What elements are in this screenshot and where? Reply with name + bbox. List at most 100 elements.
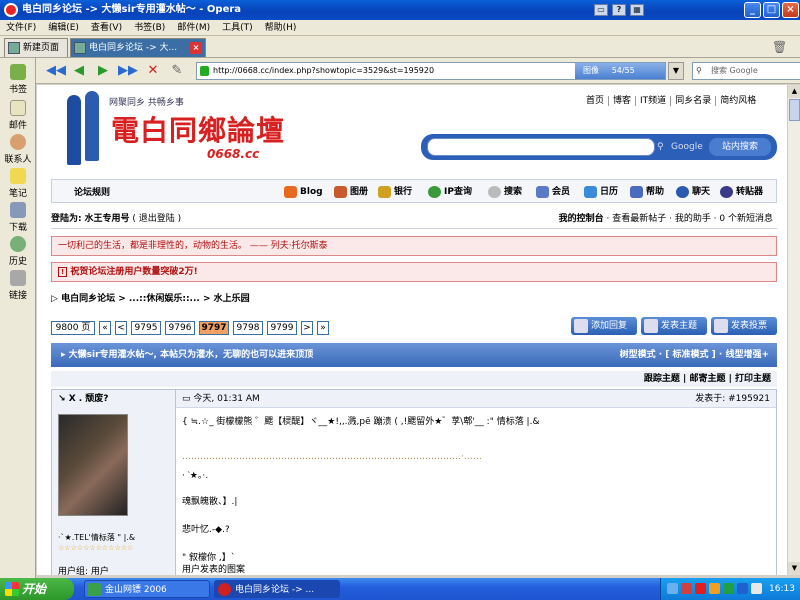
panel-mail[interactable]: 邮件	[0, 100, 36, 131]
task-opera[interactable]: 电白同乡论坛 -> ...	[214, 580, 340, 598]
forum-rules-link[interactable]: 论坛规则	[74, 185, 110, 198]
page-link[interactable]: 9795	[131, 321, 161, 335]
vertical-scrollbar[interactable]: ▲ ▼	[787, 85, 800, 575]
panel-icon[interactable]: ▦	[630, 4, 644, 16]
page-link[interactable]: 9796	[165, 321, 195, 335]
nav-repost[interactable]: 转贴器	[720, 185, 763, 199]
back-icon[interactable]: ◀	[70, 62, 88, 80]
search-input[interactable]: ⚲ 搜索 Google	[692, 62, 800, 80]
panel-bookmarks[interactable]: 书签	[0, 64, 36, 95]
post-number[interactable]: 发表于: #195921	[695, 390, 770, 408]
breadcrumb-forum[interactable]: 电白同乡论坛	[61, 294, 115, 304]
stop-icon[interactable]: ✕	[144, 62, 162, 80]
toplink-simple-style[interactable]: 简约风格	[716, 96, 760, 106]
author-signature: ·`★.TEL'情标落 " |.&	[58, 533, 136, 542]
page-link[interactable]: 9799	[267, 321, 297, 335]
new-topic-button[interactable]: 发表主题	[641, 317, 707, 335]
panel-notes[interactable]: 笔记	[0, 168, 36, 199]
menu-tools[interactable]: 工具(T)	[216, 20, 259, 36]
tray-icon[interactable]	[695, 583, 706, 594]
task-antivirus[interactable]: 金山网镖 2006	[84, 580, 210, 598]
repost-icon	[720, 186, 733, 198]
tab-new-page[interactable]: 新建页面	[4, 38, 68, 57]
thread-arrow-icon: ▸	[61, 350, 69, 360]
site-search-input[interactable]	[427, 138, 655, 156]
address-field[interactable]: http://0668.cc/index.php?showtopic=3529&…	[196, 62, 666, 80]
scroll-thumb[interactable]	[789, 99, 800, 121]
panel-downloads[interactable]: 下载	[0, 202, 36, 233]
nav-members[interactable]: 会员	[536, 185, 570, 199]
prev-page-button[interactable]: <	[115, 321, 127, 335]
nav-bank[interactable]: 银行	[378, 185, 412, 199]
nav-chat[interactable]: 聊天	[676, 185, 710, 199]
menu-file[interactable]: 文件(F)	[0, 20, 42, 36]
user-links[interactable]: · 查看最新帖子 · 我的助手 · 0 个新短消息	[607, 214, 773, 224]
next-page-button[interactable]: >	[301, 321, 313, 335]
panel-history[interactable]: 历史	[0, 236, 36, 267]
nav-help[interactable]: 帮助	[630, 185, 664, 199]
close-tab-icon[interactable]: ×	[190, 42, 202, 54]
breadcrumb-category[interactable]: ...::休闲娱乐::...	[129, 294, 200, 304]
tray-icon[interactable]	[709, 583, 720, 594]
opera-icon	[4, 3, 18, 17]
forward-icon[interactable]: ▶	[94, 62, 112, 80]
nav-blog[interactable]: Blog	[284, 185, 323, 199]
nav-album[interactable]: 图册	[334, 185, 368, 199]
clock[interactable]: 16:13	[769, 578, 795, 600]
announcement-banner[interactable]: ! 祝贺论坛注册用户数量突破2万!	[51, 262, 777, 282]
edit-icon[interactable]: ✎	[168, 62, 186, 80]
toplink-blog[interactable]: 博客	[609, 96, 637, 106]
menu-view[interactable]: 查看(V)	[85, 20, 128, 36]
first-page-button[interactable]: «	[99, 321, 111, 335]
topic-tools[interactable]: 跟踪主题 | 邮寄主题 | 打印主题	[51, 371, 777, 387]
menu-edit[interactable]: 编辑(E)	[42, 20, 85, 36]
page-link[interactable]: 9798	[233, 321, 263, 335]
rewind-icon[interactable]: ◀◀	[46, 62, 66, 80]
nav-ip-lookup[interactable]: IP查询	[428, 185, 472, 199]
tree-mode-link[interactable]: 树型模式 ·	[620, 350, 663, 360]
volume-icon[interactable]	[751, 583, 762, 594]
menu-icon[interactable]: ▭	[594, 4, 608, 16]
linear-mode-link[interactable]: · 线型增强+	[719, 350, 769, 360]
site-logo-text[interactable]: 電白同鄉論壇	[111, 109, 285, 149]
menu-bookmarks[interactable]: 书签(B)	[128, 20, 171, 36]
panel-links[interactable]: 链接	[0, 270, 36, 301]
fast-forward-icon[interactable]: ▶▶	[118, 62, 138, 80]
start-button[interactable]: 开始	[0, 578, 74, 600]
author-name[interactable]: ↘ X . 颓废?	[52, 390, 176, 408]
trash-icon[interactable]: 🗑	[772, 40, 787, 54]
close-button[interactable]: ×	[782, 2, 799, 18]
help-icon[interactable]: ?	[612, 4, 626, 16]
standard-mode-link[interactable]: [ 标准模式 ]	[665, 350, 716, 360]
login-username[interactable]: 水王专用号	[84, 214, 129, 224]
logout-link[interactable]: ( 退出登陆 )	[132, 214, 181, 224]
links-icon	[10, 270, 26, 286]
minimize-button[interactable]: _	[744, 2, 761, 18]
panel-contacts[interactable]: 联系人	[0, 134, 36, 165]
nav-calendar[interactable]: 日历	[584, 185, 618, 199]
address-dropdown-icon[interactable]: ▼	[668, 62, 684, 80]
nav-search[interactable]: 搜索	[488, 185, 522, 199]
scroll-down-icon[interactable]: ▼	[788, 562, 800, 575]
tray-icon[interactable]	[737, 583, 748, 594]
tray-icon[interactable]	[723, 583, 734, 594]
tray-icon[interactable]	[681, 583, 692, 594]
menu-help[interactable]: 帮助(H)	[259, 20, 303, 36]
site-slogan: 网聚同乡 共畅乡事	[109, 98, 184, 108]
maximize-button[interactable]: □	[763, 2, 780, 18]
add-reply-button[interactable]: 添加回复	[571, 317, 637, 335]
toplink-home[interactable]: 首页	[582, 96, 610, 106]
breadcrumb-board[interactable]: 水上乐园	[214, 294, 250, 304]
last-page-button[interactable]: »	[317, 321, 329, 335]
tab-forum[interactable]: 电白同乡论坛 -> 大... ×	[70, 38, 206, 57]
control-panel-link[interactable]: 我的控制台	[559, 214, 604, 224]
post-time: 今天, 01:31 AM	[193, 394, 260, 404]
scroll-up-icon[interactable]: ▲	[788, 85, 800, 98]
forum-nav-links: 论坛规则 Blog 图册 银行 IP查询 搜索 会员 日历 帮助 聊天 转贴器	[51, 179, 777, 203]
tray-icon[interactable]	[667, 583, 678, 594]
new-poll-button[interactable]: 发表投票	[711, 317, 777, 335]
site-search-button[interactable]: 站内搜索	[709, 138, 771, 156]
menu-mail[interactable]: 邮件(M)	[171, 20, 216, 36]
toplink-directory[interactable]: 同乡名录	[671, 96, 717, 106]
toplink-it[interactable]: IT频道	[636, 96, 672, 106]
